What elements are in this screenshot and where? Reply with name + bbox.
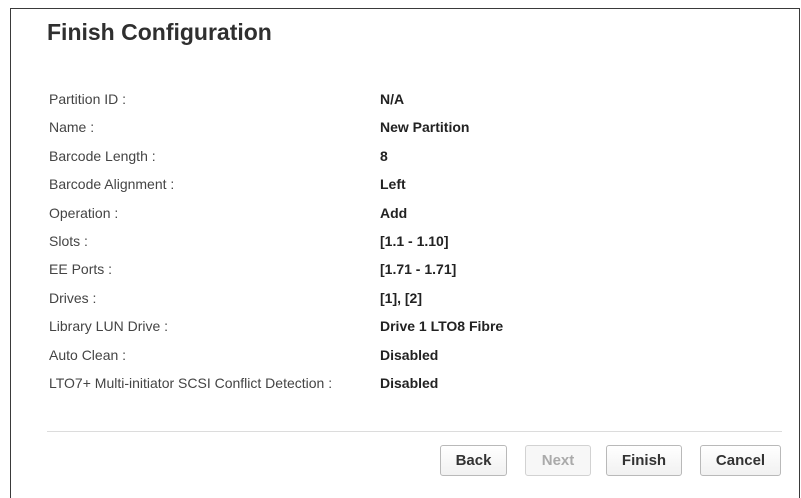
back-button[interactable]: Back [440,445,507,476]
summary-label: Library LUN Drive : [49,318,169,335]
summary-label: Slots : [49,232,88,249]
summary-row-ee-ports: EE Ports : [1.71 - 1.71] [49,257,749,285]
summary-value: Disabled [380,374,439,391]
wizard-panel: Finish Configuration Partition ID : N/A … [10,8,800,498]
summary-label: Barcode Alignment : [49,176,175,193]
summary-value: Add [380,204,408,221]
summary-row-scsi-conflict-detection: LTO7+ Multi-initiator SCSI Conflict Dete… [49,371,749,399]
summary-value: [1], [2] [380,289,422,306]
summary-row-barcode-alignment: Barcode Alignment : Left [49,172,749,200]
summary-label: Drives : [49,289,97,306]
summary-value: Left [380,176,406,193]
next-button[interactable]: Next [525,445,591,476]
summary-row-barcode-length: Barcode Length : 8 [49,144,749,172]
summary-label: Auto Clean : [49,346,127,363]
summary-value: [1.1 - 1.10] [380,232,449,249]
page-title: Finish Configuration [47,19,272,45]
summary-label: Partition ID : [49,91,127,107]
summary-row-library-lun-drive: Library LUN Drive : Drive 1 LTO8 Fibre [49,314,749,342]
summary-label: Barcode Length : [49,147,156,164]
footer-divider [47,431,782,432]
summary-value: New Partition [380,119,470,136]
summary-row-auto-clean: Auto Clean : Disabled [49,343,749,371]
summary-list: Partition ID : N/A Name : New Partition … [49,87,749,399]
summary-value: 8 [380,147,388,164]
summary-value: Drive 1 LTO8 Fibre [380,318,504,335]
summary-label: LTO7+ Multi-initiator SCSI Conflict Dete… [49,374,333,391]
summary-row-operation: Operation : Add [49,201,749,229]
summary-row-partition-id: Partition ID : N/A [49,87,749,115]
wizard-button-bar: Back Next Finish Cancel [11,445,799,477]
summary-row-drives: Drives : [1], [2] [49,286,749,314]
summary-label: Name : [49,119,95,136]
summary-value: [1.71 - 1.71] [380,261,457,278]
cancel-button[interactable]: Cancel [700,445,781,476]
summary-label: EE Ports : [49,261,113,278]
finish-button[interactable]: Finish [606,445,682,476]
summary-row-slots: Slots : [1.1 - 1.10] [49,229,749,257]
summary-row-name: Name : New Partition [49,115,749,143]
summary-value: Disabled [380,346,439,363]
summary-value: N/A [380,91,405,107]
summary-label: Operation : [49,204,119,221]
